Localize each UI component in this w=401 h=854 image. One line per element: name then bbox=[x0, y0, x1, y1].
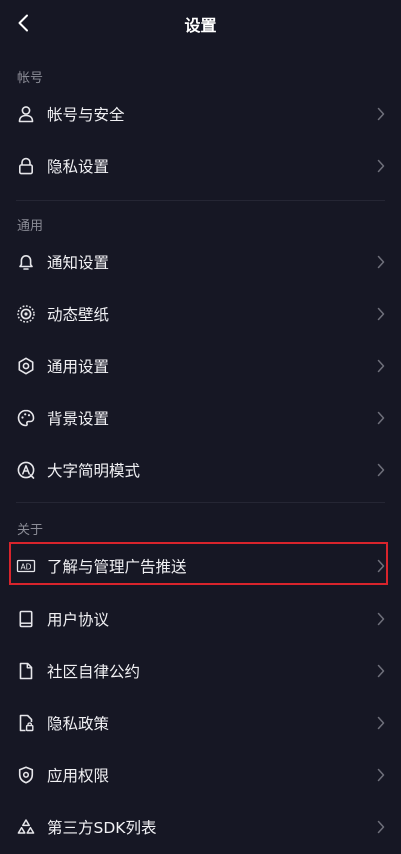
row-live-wallpaper[interactable]: 动态壁纸 bbox=[0, 289, 401, 339]
gear-icon bbox=[18, 357, 34, 375]
chevron-right-icon bbox=[377, 612, 385, 626]
row-account-security[interactable]: 帐号与安全 bbox=[0, 89, 401, 139]
row-privacy-policy[interactable]: 隐私政策 bbox=[0, 698, 401, 748]
chevron-right-icon bbox=[377, 768, 385, 782]
chevron-right-icon bbox=[377, 716, 385, 730]
bell-icon bbox=[19, 255, 33, 270]
wallpaper-icon bbox=[17, 305, 35, 323]
chevron-right-icon bbox=[377, 411, 385, 425]
chevron-right-icon bbox=[377, 463, 385, 477]
row-large-text-mode[interactable]: 大字简明模式 bbox=[0, 445, 401, 495]
row-label: 用户协议 bbox=[47, 611, 110, 629]
shield-icon bbox=[18, 766, 34, 784]
section-label-general: 通用 bbox=[17, 219, 44, 234]
user-icon bbox=[18, 106, 34, 123]
chevron-right-icon bbox=[377, 359, 385, 373]
palette-icon bbox=[17, 409, 35, 427]
chevron-right-icon bbox=[377, 159, 385, 173]
page-title: 设置 bbox=[184, 16, 217, 35]
chevron-right-icon bbox=[377, 307, 385, 321]
row-label: 通用设置 bbox=[47, 358, 110, 376]
book-icon bbox=[19, 610, 33, 628]
ad-icon: AD bbox=[16, 559, 36, 573]
row-notification-settings[interactable]: 通知设置 bbox=[0, 237, 401, 287]
row-ad-push[interactable]: AD 了解与管理广告推送 bbox=[0, 541, 401, 591]
row-third-party-sdk[interactable]: 第三方SDK列表 bbox=[0, 802, 401, 852]
section-divider bbox=[16, 200, 385, 201]
chevron-right-icon bbox=[377, 559, 385, 573]
ad-badge-text: AD bbox=[20, 562, 31, 571]
row-label: 大字简明模式 bbox=[47, 462, 141, 480]
row-label: 了解与管理广告推送 bbox=[47, 558, 187, 576]
header: 设置 bbox=[0, 0, 401, 46]
section-divider bbox=[16, 502, 385, 503]
section-label-account: 帐号 bbox=[17, 71, 44, 86]
row-community-guidelines[interactable]: 社区自律公约 bbox=[0, 646, 401, 696]
chevron-right-icon bbox=[377, 107, 385, 121]
sdk-icon bbox=[17, 819, 35, 834]
large-text-icon bbox=[17, 461, 35, 479]
chevron-right-icon bbox=[377, 820, 385, 834]
row-background-settings[interactable]: 背景设置 bbox=[0, 393, 401, 443]
row-label: 帐号与安全 bbox=[47, 106, 125, 124]
row-privacy-settings[interactable]: 隐私设置 bbox=[0, 141, 401, 191]
row-app-permissions[interactable]: 应用权限 bbox=[0, 750, 401, 800]
row-label: 通知设置 bbox=[47, 254, 110, 272]
row-label: 第三方SDK列表 bbox=[47, 819, 157, 837]
chevron-right-icon bbox=[377, 255, 385, 269]
lock-icon bbox=[18, 157, 33, 175]
row-label: 隐私政策 bbox=[47, 715, 110, 733]
document-icon bbox=[19, 662, 33, 680]
row-general-settings[interactable]: 通用设置 bbox=[0, 341, 401, 391]
row-label: 背景设置 bbox=[47, 410, 110, 428]
row-label: 隐私设置 bbox=[47, 158, 110, 176]
document-lock-icon bbox=[19, 714, 34, 732]
row-label: 社区自律公约 bbox=[47, 663, 141, 681]
row-label: 动态壁纸 bbox=[47, 306, 110, 324]
row-user-agreement[interactable]: 用户协议 bbox=[0, 594, 401, 644]
section-label-about: 关于 bbox=[17, 523, 44, 538]
chevron-right-icon bbox=[377, 664, 385, 678]
row-label: 应用权限 bbox=[47, 767, 110, 785]
